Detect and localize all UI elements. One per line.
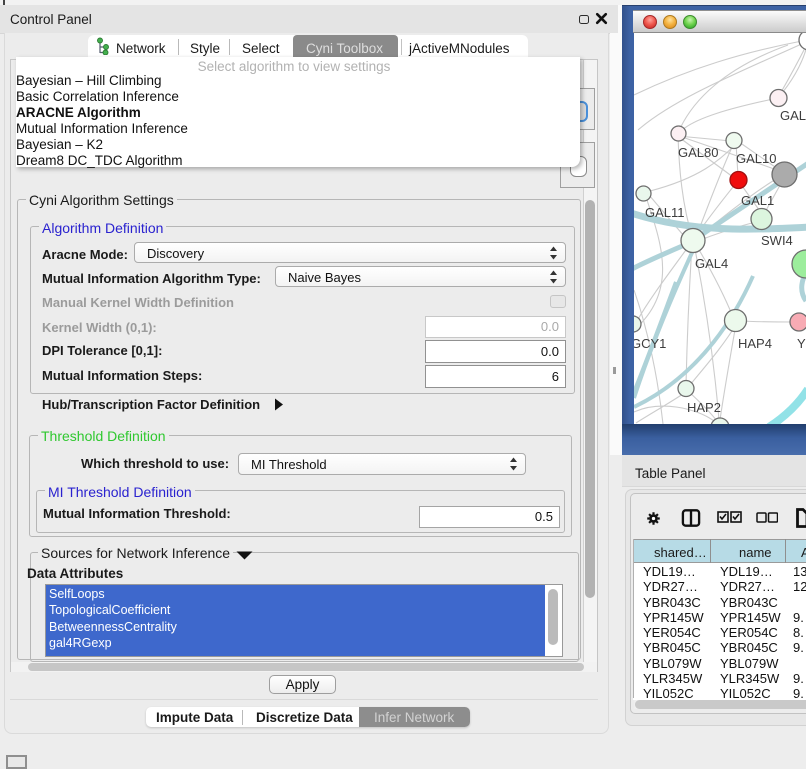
- svg-text:Y: Y: [797, 336, 806, 351]
- svg-text:GAL10: GAL10: [736, 151, 776, 166]
- svg-text:GAL1: GAL1: [741, 193, 774, 208]
- svg-text:GAL11: GAL11: [645, 205, 685, 220]
- svg-text:HAP4: HAP4: [738, 336, 772, 351]
- svg-text:GAL7: GAL7: [780, 108, 806, 123]
- svg-text:SWI4: SWI4: [761, 233, 793, 248]
- svg-text:GCY1: GCY1: [634, 336, 666, 351]
- svg-text:GAL80: GAL80: [678, 145, 718, 160]
- svg-text:GAL4: GAL4: [695, 256, 728, 271]
- svg-text:HAP2: HAP2: [687, 400, 721, 415]
